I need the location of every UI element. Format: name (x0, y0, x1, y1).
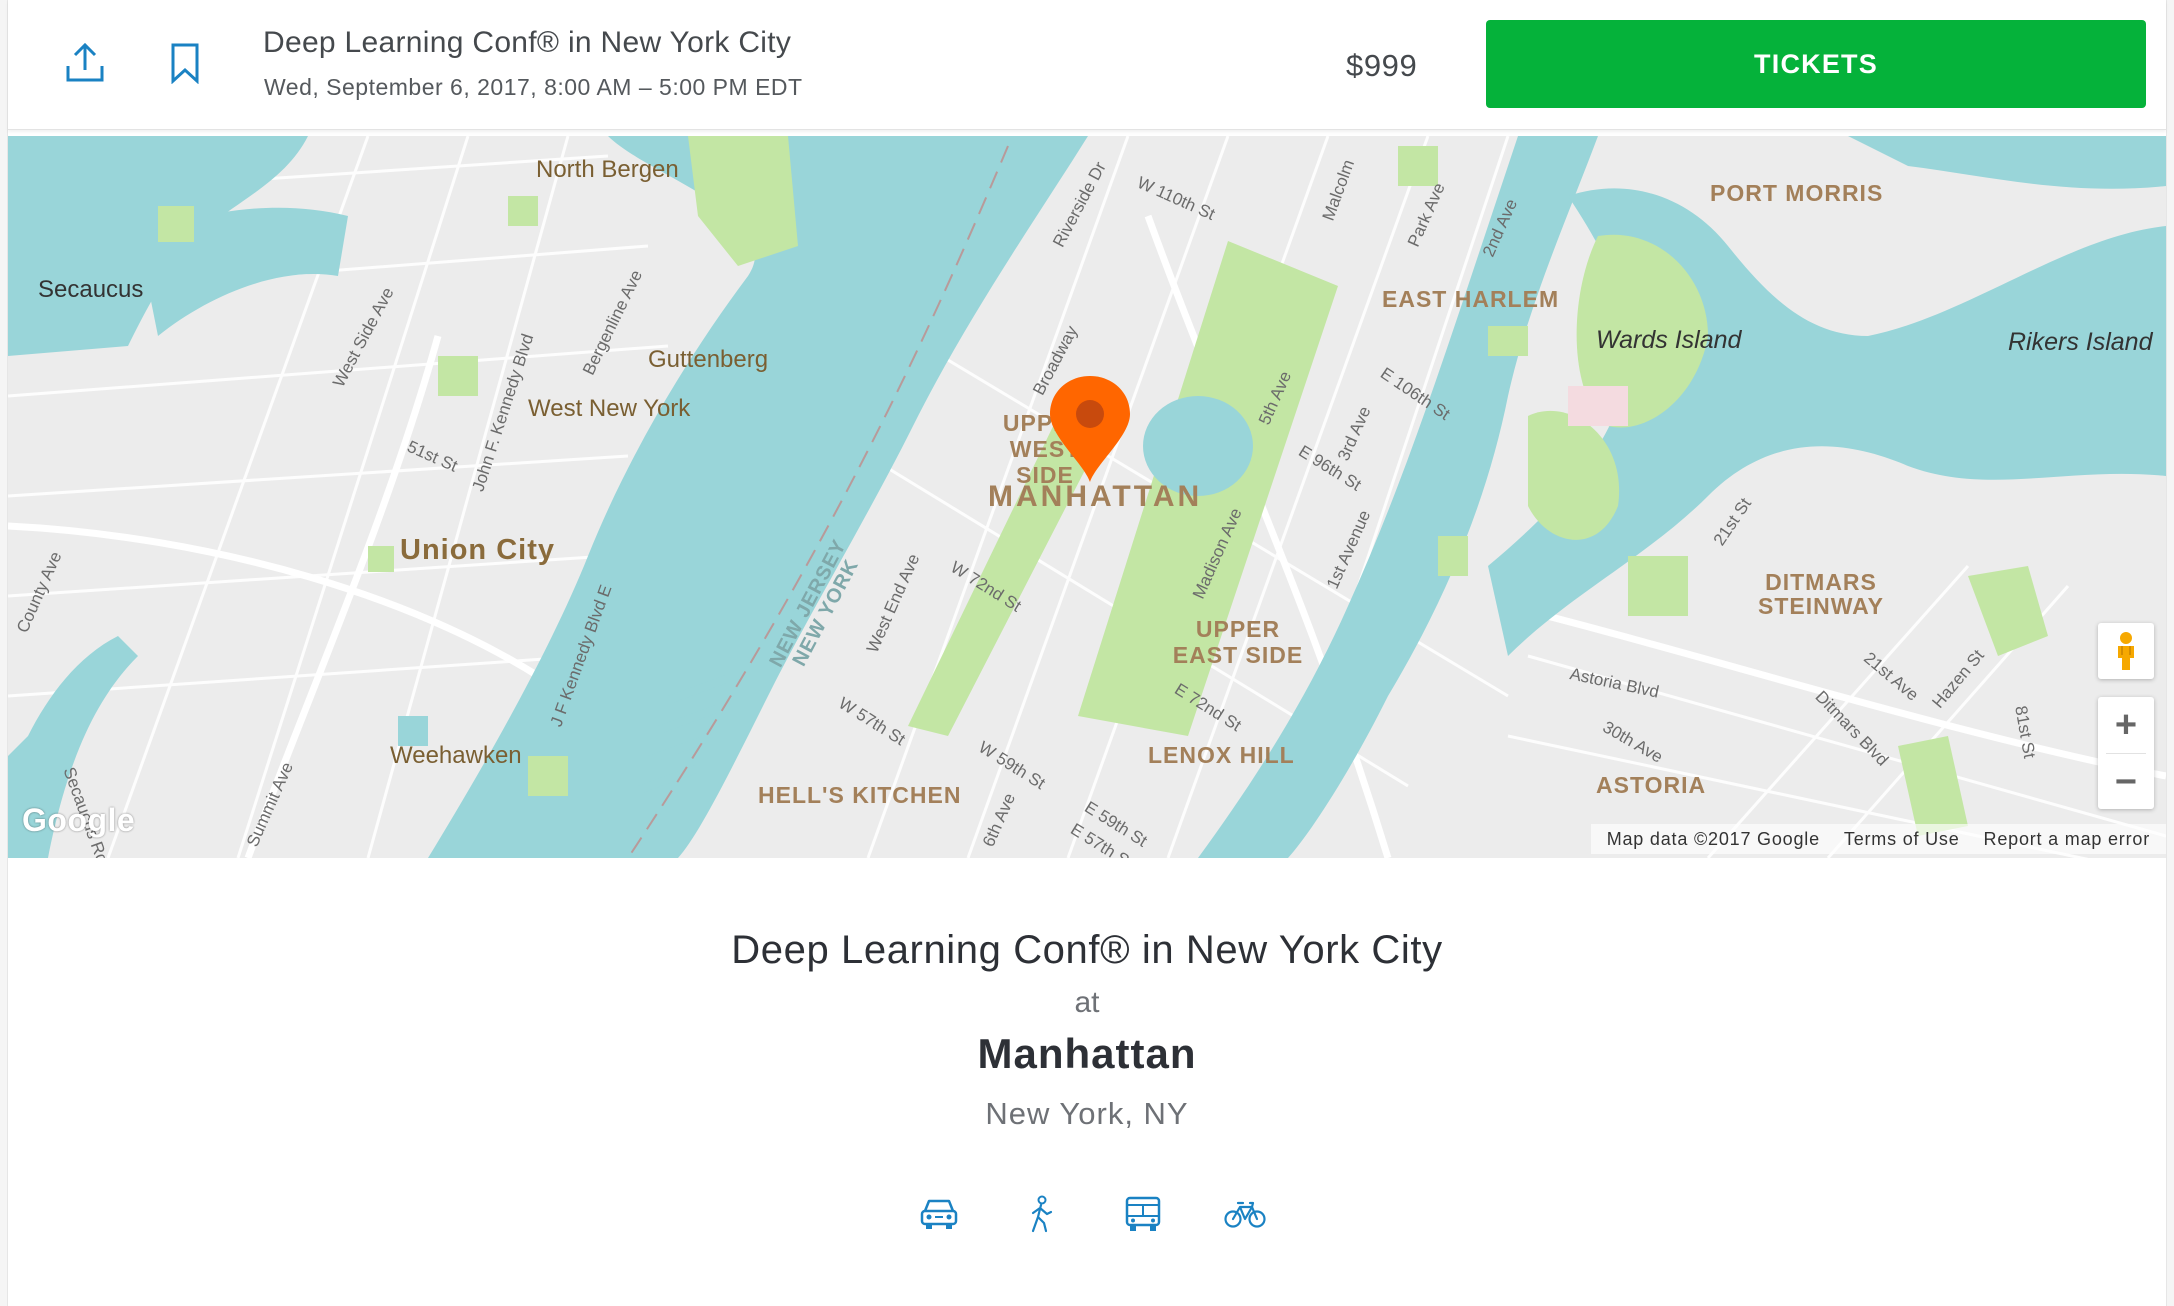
map-label-wards-island: Wards Island (1596, 326, 1742, 354)
street-view-pegman-icon[interactable] (2098, 623, 2154, 679)
share-upload-icon[interactable] (60, 38, 110, 88)
map-label-secaucus: Secaucus (38, 276, 144, 303)
map-label-hells-kitchen: HELL'S KITCHEN (758, 782, 962, 808)
map-label-lenox-hill: LENOX HILL (1148, 742, 1295, 768)
map-label-port-morris: PORT MORRIS (1710, 180, 1884, 206)
google-logo: Google (22, 802, 136, 838)
map-attribution: Map data ©2017 Google Terms of Use Repor… (1590, 824, 2166, 854)
report-map-error-link[interactable]: Report a map error (1984, 829, 2150, 850)
venue-info: Deep Learning Conf® in New York City at … (8, 858, 2166, 1306)
map-label-guttenberg: Guttenberg (648, 346, 769, 373)
venue-at-label: at (1074, 986, 1100, 1019)
event-header-bar: Deep Learning Conf® in New York City Wed… (8, 0, 2166, 130)
ticket-price: $999 (1346, 48, 1418, 83)
event-date: Wed, September 6, 2017, 8:00 AM – 5:00 P… (264, 74, 803, 100)
map-data-credit: Map data ©2017 Google (1606, 828, 1820, 849)
map-label-manhattan: MANHATTAN (988, 480, 1203, 513)
map-zoom-controls: + − (2098, 697, 2154, 809)
event-page: Deep Learning Conf® in New York City Wed… (0, 0, 2174, 1306)
map-label-rikers-island: Rikers Island (2008, 328, 2153, 356)
venue-city: New York, NY (985, 1096, 1189, 1131)
map-label-union-city: Union City (400, 534, 555, 566)
venue-event-title: Deep Learning Conf® in New York City (731, 928, 1443, 972)
map-label-east-harlem: EAST HARLEM (1382, 286, 1560, 312)
terms-of-use-link[interactable]: Terms of Use (1844, 829, 1960, 850)
map-label-west-new-york: West New York (528, 395, 691, 422)
bookmark-icon[interactable] (160, 38, 210, 88)
venue-map[interactable]: North Bergen Secaucus Guttenberg West Ne… (8, 136, 2166, 858)
map-label-ditmars-steinway: DITMARS STEINWAY (1757, 569, 1884, 619)
event-title: Deep Learning Conf® in New York City (263, 26, 792, 59)
bicycle-icon[interactable] (1224, 1192, 1266, 1236)
map-label-north-bergen: North Bergen (536, 156, 679, 183)
tickets-button[interactable]: TICKETS (1486, 20, 2146, 108)
bus-icon[interactable] (1122, 1192, 1164, 1236)
left-gutter (0, 0, 8, 1306)
right-gutter (2166, 0, 2174, 1306)
zoom-out-button[interactable]: − (2098, 754, 2154, 810)
walking-icon[interactable] (1020, 1192, 1062, 1236)
map-label-upper-east-side: UPPER EAST SIDE (1172, 616, 1304, 668)
venue-name: Manhattan (977, 1030, 1197, 1077)
zoom-in-button[interactable]: + (2098, 697, 2154, 753)
map-pin-icon[interactable] (1048, 374, 1132, 484)
map-label-astoria: ASTORIA (1596, 772, 1707, 798)
transport-modes (918, 1192, 1266, 1236)
map-label-weehawken: Weehawken (390, 742, 522, 769)
car-icon[interactable] (918, 1192, 960, 1236)
